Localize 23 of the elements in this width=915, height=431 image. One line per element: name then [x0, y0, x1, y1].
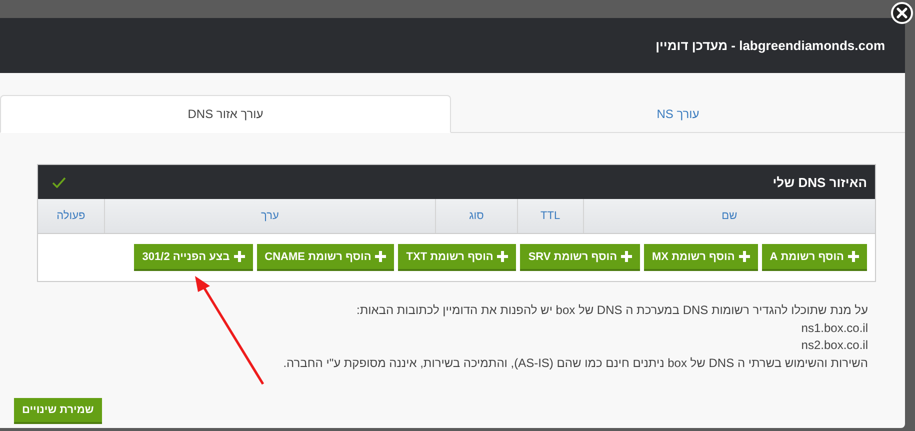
plus-icon — [848, 251, 859, 262]
column-header: פעולה — [56, 209, 86, 224]
add-record-button[interactable]: הוסף רשומת MX — [644, 244, 758, 271]
add-record-button[interactable]: הוסף רשומת A — [762, 244, 867, 271]
plus-icon — [234, 251, 245, 262]
plus-icon — [621, 251, 632, 262]
add-record-button[interactable]: בצע הפנייה 301/2 — [134, 244, 253, 271]
column-header: ערך — [104, 199, 436, 233]
add-record-button[interactable]: הוסף רשומת TXT — [398, 244, 516, 271]
column-header: שם — [582, 199, 875, 233]
plus-icon — [497, 251, 508, 262]
add-record-button[interactable]: הוסף רשומת SRV — [520, 244, 640, 271]
plus-icon — [375, 251, 386, 262]
save-button[interactable]: שמירת שינויים — [14, 398, 102, 424]
panel-title: האיזור DNS שלי — [772, 174, 867, 190]
window-title: labgreendiamonds.com - מעדכן דומיין — [656, 38, 885, 53]
tab[interactable]: עורך NS — [451, 95, 905, 133]
column-header: סוג — [435, 199, 517, 233]
tab[interactable]: עורך אזור DNS — [0, 95, 451, 133]
add-record-button[interactable]: הוסף רשומת CNAME — [256, 244, 394, 271]
plus-icon — [738, 251, 750, 262]
column-header: TTL — [516, 199, 583, 233]
close-button[interactable] — [891, 2, 913, 24]
